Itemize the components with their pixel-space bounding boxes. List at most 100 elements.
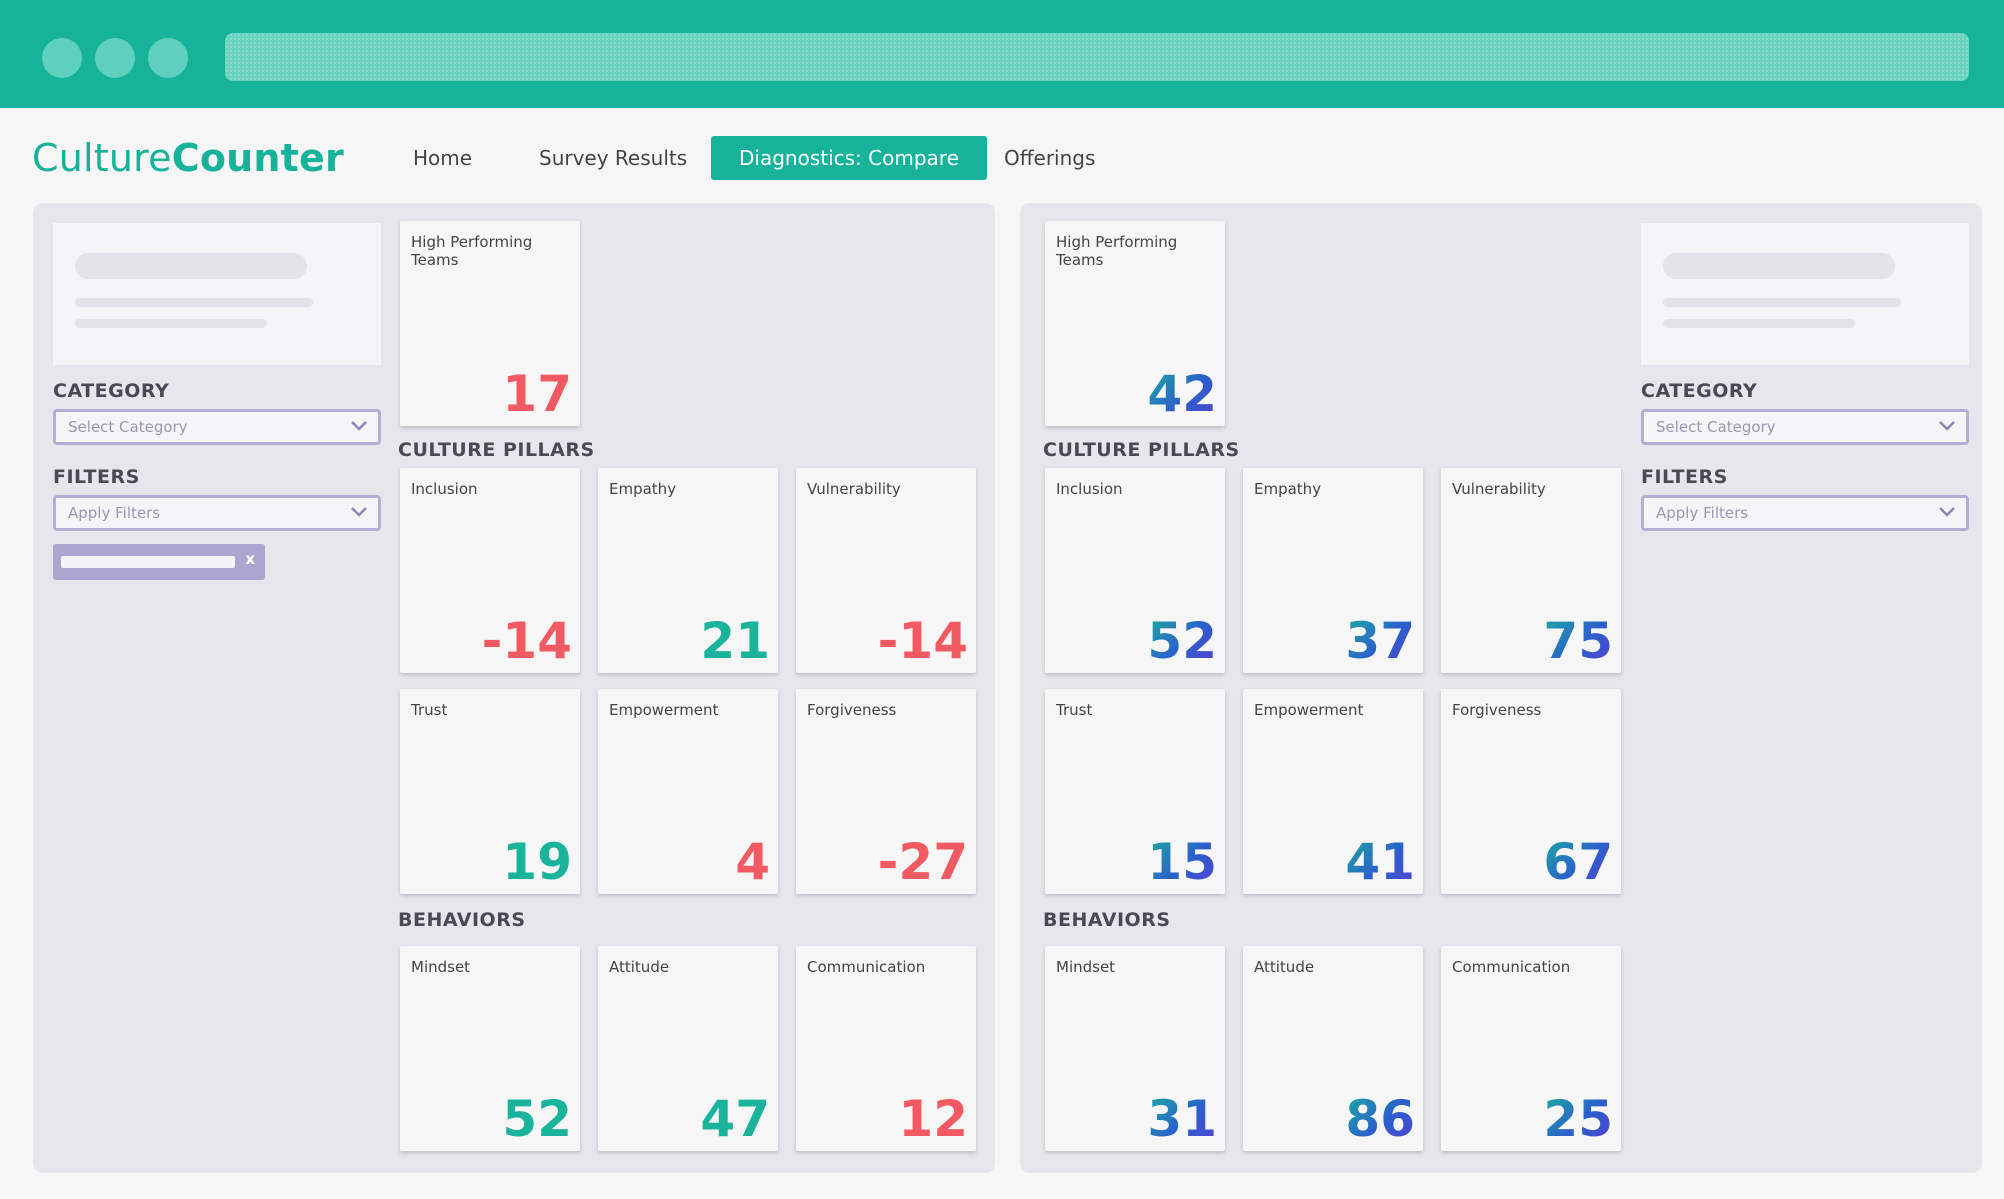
app-logo[interactable]: CultureCounter xyxy=(32,136,344,180)
card-label: Empowerment xyxy=(609,701,719,719)
card-score: 21 xyxy=(700,612,770,670)
card-score: 41 xyxy=(1345,833,1415,891)
pillar-card-empathy[interactable]: Empathy 37 xyxy=(1243,468,1423,673)
high-performing-teams-card[interactable]: High Performing Teams 17 xyxy=(400,221,580,426)
culture-pillars-heading: CULTURE PILLARS xyxy=(398,439,595,461)
card-label: Attitude xyxy=(609,958,670,976)
logo-text-light: Culture xyxy=(32,136,172,180)
card-score: 47 xyxy=(700,1090,770,1148)
nav-home[interactable]: Home xyxy=(413,136,472,180)
behavior-card-mindset[interactable]: Mindset 52 xyxy=(400,946,580,1151)
placeholder-line xyxy=(1663,298,1901,307)
window-close-dot[interactable] xyxy=(42,38,82,78)
card-label: Vulnerability xyxy=(807,480,901,498)
browser-chrome xyxy=(0,0,2004,108)
card-score: -14 xyxy=(877,612,968,670)
card-label: Empathy xyxy=(609,480,677,498)
pillar-card-empowerment[interactable]: Empowerment 41 xyxy=(1243,689,1423,894)
card-label: Attitude xyxy=(1254,958,1315,976)
card-label: Trust xyxy=(1056,701,1093,719)
nav-diagnostics-compare[interactable]: Diagnostics: Compare xyxy=(711,136,987,180)
category-select[interactable]: Select Category xyxy=(1641,409,1969,445)
category-select-placeholder: Select Category xyxy=(68,418,188,436)
pillar-card-empathy[interactable]: Empathy 21 xyxy=(598,468,778,673)
card-label: Communication xyxy=(807,958,926,976)
card-score: 42 xyxy=(1147,365,1217,423)
pillar-card-vulnerability[interactable]: Vulnerability -14 xyxy=(796,468,976,673)
card-score: -14 xyxy=(481,612,572,670)
card-score: 86 xyxy=(1345,1090,1415,1148)
compare-panel-right: High Performing Teams 42 CULTURE PILLARS… xyxy=(1020,203,1982,1173)
behaviors-heading: BEHAVIORS xyxy=(1043,909,1171,931)
pillar-card-forgiveness[interactable]: Forgiveness -27 xyxy=(796,689,976,894)
behavior-card-communication[interactable]: Communication 12 xyxy=(796,946,976,1151)
address-bar[interactable] xyxy=(225,33,1969,81)
card-score: 4 xyxy=(735,833,770,891)
category-select[interactable]: Select Category xyxy=(53,409,381,445)
chevron-down-icon xyxy=(1939,507,1955,517)
filter-chip-text-placeholder xyxy=(61,556,235,568)
card-label: Mindset xyxy=(1056,958,1116,976)
filters-label: FILTERS xyxy=(53,466,140,488)
filters-select[interactable]: Apply Filters xyxy=(1641,495,1969,531)
card-label: High Performing Teams xyxy=(1056,233,1178,269)
window-minimize-dot[interactable] xyxy=(95,38,135,78)
card-score: -27 xyxy=(877,833,968,891)
card-label: High Performing Teams xyxy=(411,233,533,269)
placeholder-title-bar xyxy=(1663,253,1895,279)
pillar-card-forgiveness[interactable]: Forgiveness 67 xyxy=(1441,689,1621,894)
card-label: Empowerment xyxy=(1254,701,1364,719)
logo-text-bold: Counter xyxy=(171,136,344,180)
card-label: Communication xyxy=(1452,958,1571,976)
card-label: Empathy xyxy=(1254,480,1322,498)
card-score: 19 xyxy=(502,833,572,891)
placeholder-line xyxy=(75,298,313,307)
card-label: Mindset xyxy=(411,958,471,976)
card-label: Forgiveness xyxy=(807,701,897,719)
behavior-card-attitude[interactable]: Attitude 47 xyxy=(598,946,778,1151)
card-score: 75 xyxy=(1543,612,1613,670)
window-maximize-dot[interactable] xyxy=(148,38,188,78)
filters-select-placeholder: Apply Filters xyxy=(1656,504,1749,522)
applied-filter-chip[interactable]: x xyxy=(53,544,265,580)
pillar-card-trust[interactable]: Trust 15 xyxy=(1045,689,1225,894)
card-label: Forgiveness xyxy=(1452,701,1542,719)
high-performing-teams-card[interactable]: High Performing Teams 42 xyxy=(1045,221,1225,426)
profile-placeholder-card xyxy=(53,223,381,365)
compare-panel-left: CATEGORY Select Category FILTERS Apply F… xyxy=(33,203,995,1173)
behavior-card-communication[interactable]: Communication 25 xyxy=(1441,946,1621,1151)
card-score: 25 xyxy=(1543,1090,1613,1148)
behaviors-heading: BEHAVIORS xyxy=(398,909,526,931)
filters-select-placeholder: Apply Filters xyxy=(68,504,161,522)
card-score: 52 xyxy=(502,1090,572,1148)
pillar-card-inclusion[interactable]: Inclusion -14 xyxy=(400,468,580,673)
pillar-card-empowerment[interactable]: Empowerment 4 xyxy=(598,689,778,894)
pillar-card-vulnerability[interactable]: Vulnerability 75 xyxy=(1441,468,1621,673)
card-score: 17 xyxy=(502,365,572,423)
card-score: 15 xyxy=(1147,833,1217,891)
app-window: CultureCounter Home Survey Results Diagn… xyxy=(0,108,2004,1199)
behavior-card-mindset[interactable]: Mindset 31 xyxy=(1045,946,1225,1151)
culture-pillars-heading: CULTURE PILLARS xyxy=(1043,439,1240,461)
behavior-card-attitude[interactable]: Attitude 86 xyxy=(1243,946,1423,1151)
chevron-down-icon xyxy=(1939,421,1955,431)
nav-survey-results[interactable]: Survey Results xyxy=(539,136,687,180)
placeholder-line xyxy=(1663,319,1855,328)
card-score: 12 xyxy=(898,1090,968,1148)
card-score: 52 xyxy=(1147,612,1217,670)
card-label: Vulnerability xyxy=(1452,480,1546,498)
chevron-down-icon xyxy=(351,507,367,517)
card-label: Inclusion xyxy=(411,480,478,498)
placeholder-line xyxy=(75,319,267,328)
remove-filter-icon[interactable]: x xyxy=(245,550,255,568)
card-score: 37 xyxy=(1345,612,1415,670)
nav-offerings[interactable]: Offerings xyxy=(1004,136,1095,180)
profile-placeholder-card xyxy=(1641,223,1969,365)
category-select-placeholder: Select Category xyxy=(1656,418,1776,436)
category-label: CATEGORY xyxy=(1641,380,1758,402)
pillar-card-trust[interactable]: Trust 19 xyxy=(400,689,580,894)
card-score: 67 xyxy=(1543,833,1613,891)
filters-select[interactable]: Apply Filters xyxy=(53,495,381,531)
pillar-card-inclusion[interactable]: Inclusion 52 xyxy=(1045,468,1225,673)
category-label: CATEGORY xyxy=(53,380,170,402)
